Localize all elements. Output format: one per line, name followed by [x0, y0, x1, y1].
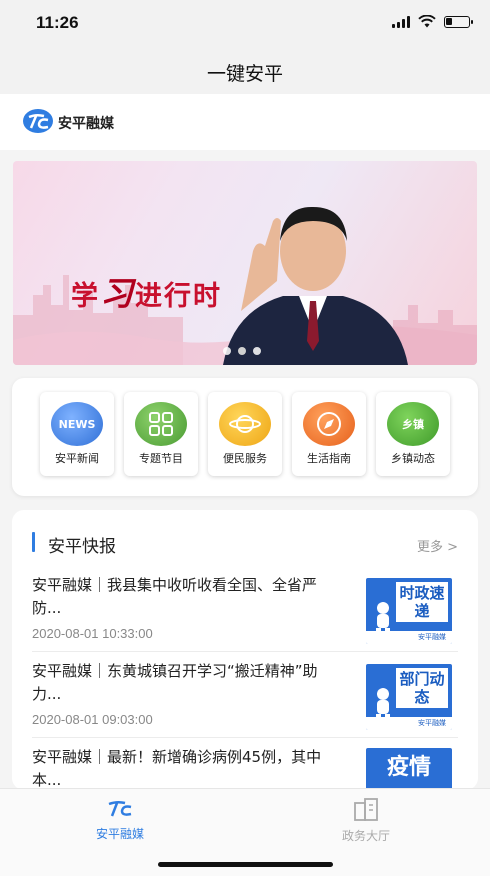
news-thumbnail: 疫情 — [366, 748, 452, 790]
news-icon-text: NEWS — [58, 417, 96, 431]
service-news[interactable]: NEWS 安平新闻 — [40, 392, 114, 476]
town-icon: 乡镇 — [387, 402, 439, 446]
news-item[interactable]: 安平融媒｜最新！新增确诊病例45例，其中本... 疫情 — [32, 746, 458, 790]
service-programs[interactable]: 专题节目 — [124, 392, 198, 476]
service-label: 便民服务 — [223, 452, 267, 465]
thumbnail-footer: 安平融媒 — [366, 631, 452, 644]
banner-slogan-suffix: 进行时 — [135, 281, 222, 312]
service-town-news[interactable]: 乡镇 乡镇动态 — [376, 392, 450, 476]
tab-label: 安平融媒 — [95, 827, 144, 841]
banner-carousel[interactable]: 学习进行时 — [13, 161, 477, 365]
signal-icon — [392, 15, 410, 28]
service-label: 乡镇动态 — [391, 452, 435, 465]
section-accent-bar — [32, 532, 35, 552]
planet-icon — [219, 402, 271, 446]
banner-portrait — [223, 206, 408, 365]
news-item[interactable]: 安平融媒｜东黄城镇召开学习“搬迁精神”助力... 2020-08-01 09:0… — [32, 660, 458, 738]
brand-name: 安平融媒 — [58, 116, 114, 132]
carousel-dot[interactable] — [238, 347, 246, 355]
nav-bar: 一键安平 — [0, 48, 490, 94]
service-label: 专题节目 — [139, 452, 183, 465]
news-item-title: 安平融媒｜最新！新增确诊病例45例，其中本... — [32, 748, 322, 789]
home-indicator[interactable] — [158, 862, 333, 867]
town-icon-text: 乡镇 — [402, 418, 424, 431]
news-section-title: 安平快报 — [48, 537, 116, 557]
brand-header: 安平融媒 — [0, 94, 490, 150]
news-section: 安平快报 更多 > 安平融媒｜我县集中收听收看全国、全省严防... 2020-0… — [12, 510, 478, 790]
thumbnail-caption: 部门动态 — [396, 668, 448, 708]
tab-government[interactable]: 政务大厅 — [306, 797, 426, 844]
news-item[interactable]: 安平融媒｜我县集中收听收看全国、全省严防... 2020-08-01 10:33… — [32, 574, 458, 652]
tab-label: 政务大厅 — [341, 829, 390, 843]
page-title: 一键安平 — [206, 63, 283, 85]
news-item-title: 安平融媒｜东黄城镇召开学习“搬迁精神”助力... — [32, 662, 318, 703]
thumbnail-caption: 疫情 — [386, 755, 431, 780]
status-time: 11:26 — [36, 13, 79, 32]
carousel-dot[interactable] — [223, 347, 231, 355]
service-label: 安平新闻 — [55, 452, 99, 465]
news-item-date: 2020-08-01 09:03:00 — [32, 712, 153, 727]
battery-icon — [444, 15, 473, 28]
banner-slogan: 学习进行时 — [71, 267, 222, 315]
status-bar: 11:26 — [0, 0, 490, 48]
service-life-guide[interactable]: 生活指南 — [292, 392, 366, 476]
thumbnail-footer: 安平融媒 — [366, 717, 452, 730]
news-thumbnail: 时政速递 安平融媒 — [366, 578, 452, 644]
tab-home[interactable]: 安平融媒 — [60, 797, 180, 842]
more-link[interactable]: 更多 > — [417, 536, 458, 555]
news-globe-icon: NEWS — [51, 402, 103, 446]
news-item-title: 安平融媒｜我县集中收听收看全国、全省严防... — [32, 576, 318, 617]
ac-logo-icon — [108, 800, 132, 817]
banner-slogan-highlight: 习 — [100, 274, 135, 313]
grid-icon — [135, 402, 187, 446]
compass-icon — [303, 402, 355, 446]
status-icons — [392, 15, 473, 28]
carousel-indicator — [223, 347, 261, 355]
carousel-dot[interactable] — [253, 347, 261, 355]
banner-slogan-prefix: 学 — [71, 281, 100, 312]
service-label: 生活指南 — [307, 452, 351, 465]
service-convenience[interactable]: 便民服务 — [208, 392, 282, 476]
thumbnail-caption: 时政速递 — [396, 582, 448, 622]
app-screen: 11:26 一键安平 安平融媒 学习进行时 NEWS 安平新闻 专题节目 便民服… — [0, 0, 490, 876]
wifi-icon — [418, 15, 436, 28]
building-icon — [354, 798, 378, 821]
news-item-date: 2020-08-01 10:33:00 — [32, 626, 153, 641]
ac-logo-icon — [23, 109, 53, 133]
news-header: 安平快报 更多 > — [12, 510, 478, 570]
service-grid: NEWS 安平新闻 专题节目 便民服务 生活指南 乡镇 乡镇动态 — [12, 378, 478, 496]
news-thumbnail: 部门动态 安平融媒 — [366, 664, 452, 730]
